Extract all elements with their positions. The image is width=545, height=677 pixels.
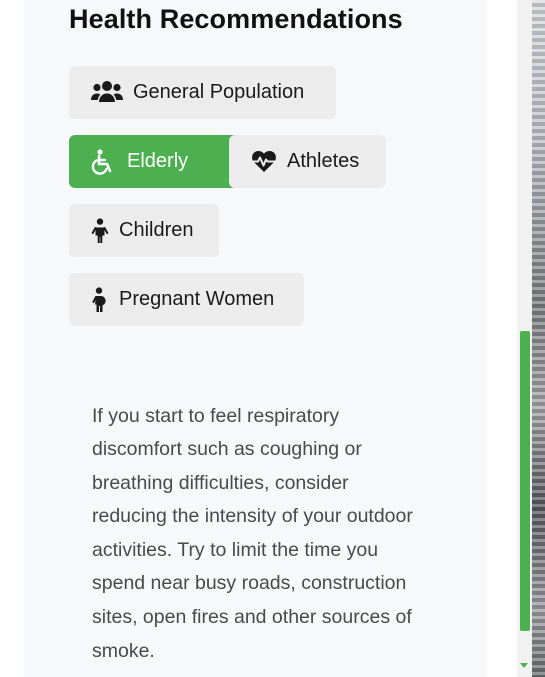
group-chip-label: General Population [133, 81, 305, 103]
pregnant-woman-icon [91, 286, 109, 313]
section-title: Health Recommendations [69, 4, 403, 34]
group-chip-athletes[interactable]: Athletes [229, 135, 386, 188]
group-chip-label: Pregnant Women [119, 288, 275, 310]
group-chip-label: Athletes [287, 150, 360, 172]
group-chip-elderly[interactable]: Elderly [69, 135, 242, 188]
background-photo-strip [532, 0, 545, 677]
group-chip-children[interactable]: Children [69, 204, 219, 257]
group-chip-general-population[interactable]: General Population [69, 66, 336, 119]
group-chip-label: Children [119, 219, 194, 241]
scrollbar-thumb[interactable] [520, 331, 530, 631]
page-margin-right [487, 0, 517, 677]
page-margin [0, 0, 24, 677]
recommendation-text: If you start to feel respiratory discomf… [92, 404, 413, 662]
group-chip-label: Elderly [127, 150, 189, 172]
users-icon [91, 80, 123, 106]
scroll-down-arrow-icon[interactable] [520, 663, 528, 668]
child-icon [91, 217, 109, 244]
group-chip-pregnant-women[interactable]: Pregnant Women [69, 273, 304, 326]
wheelchair-icon [91, 148, 117, 175]
heartbeat-icon [251, 150, 277, 174]
